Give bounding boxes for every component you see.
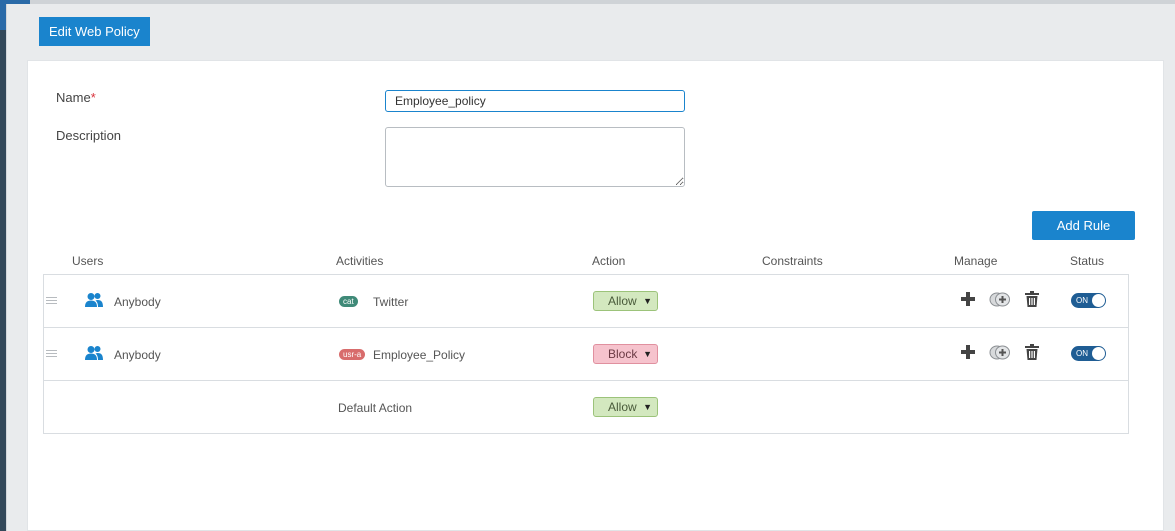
user-name[interactable]: Anybody bbox=[114, 295, 161, 309]
status-toggle[interactable]: ON bbox=[1071, 293, 1106, 308]
toggle-knob bbox=[1092, 347, 1105, 360]
name-label-text: Name bbox=[56, 90, 91, 105]
description-textarea[interactable] bbox=[385, 127, 685, 187]
user-name[interactable]: Anybody bbox=[114, 348, 161, 362]
action-dropdown[interactable]: Allow ▼ bbox=[593, 291, 658, 311]
column-header-activities: Activities bbox=[336, 254, 384, 268]
caret-down-icon: ▼ bbox=[643, 296, 652, 306]
default-action-label: Default Action bbox=[338, 401, 413, 415]
activity-name[interactable]: Employee_Policy bbox=[373, 348, 465, 362]
action-value: Block bbox=[608, 347, 638, 361]
table-row: Anybody usr-a Employee_Policy Block ▼ ON bbox=[44, 328, 1128, 381]
default-action-dropdown[interactable]: Allow ▼ bbox=[593, 397, 658, 417]
rules-table: Anybody cat Twitter Allow ▼ ON Anybody u… bbox=[43, 274, 1129, 434]
column-header-constraints: Constraints bbox=[762, 254, 823, 268]
column-header-action: Action bbox=[592, 254, 626, 268]
column-header-status: Status bbox=[1070, 254, 1105, 268]
users-group-icon bbox=[85, 346, 103, 360]
activity-type-badge: cat bbox=[339, 296, 358, 307]
action-value: Allow bbox=[608, 294, 637, 308]
plus-icon[interactable] bbox=[960, 344, 976, 360]
column-header-manage: Manage bbox=[954, 254, 998, 268]
name-label: Name* bbox=[56, 90, 96, 105]
activity-type-badge: usr-a bbox=[339, 349, 366, 360]
trash-icon[interactable] bbox=[1025, 344, 1039, 360]
add-rule-button[interactable]: Add Rule bbox=[1032, 211, 1135, 240]
column-header-users: Users bbox=[72, 254, 104, 268]
caret-down-icon: ▼ bbox=[643, 402, 652, 412]
status-toggle-label: ON bbox=[1076, 349, 1088, 358]
clone-add-icon[interactable] bbox=[989, 345, 1011, 360]
description-label: Description bbox=[56, 128, 122, 143]
default-action-row: Default Action Allow ▼ bbox=[44, 381, 1128, 434]
status-toggle[interactable]: ON bbox=[1071, 346, 1106, 361]
toggle-knob bbox=[1092, 294, 1105, 307]
name-input[interactable] bbox=[385, 90, 685, 112]
activity-name[interactable]: Twitter bbox=[373, 295, 408, 309]
status-toggle-label: ON bbox=[1076, 296, 1088, 305]
clone-add-icon[interactable] bbox=[989, 292, 1011, 307]
action-value: Allow bbox=[608, 400, 637, 414]
drag-handle-icon[interactable] bbox=[46, 350, 57, 358]
trash-icon[interactable] bbox=[1025, 291, 1039, 307]
plus-icon[interactable] bbox=[960, 291, 976, 307]
policy-form-panel: Name* Description Add Rule Users Activit… bbox=[27, 60, 1164, 531]
action-dropdown[interactable]: Block ▼ bbox=[593, 344, 658, 364]
required-mark: * bbox=[90, 90, 96, 105]
caret-down-icon: ▼ bbox=[643, 349, 652, 359]
table-row: Anybody cat Twitter Allow ▼ ON bbox=[44, 275, 1128, 328]
drag-handle-icon[interactable] bbox=[46, 297, 57, 305]
dialog-title: Edit Web Policy bbox=[39, 17, 150, 46]
users-group-icon bbox=[85, 293, 103, 307]
edit-web-policy-dialog: Edit Web Policy Name* Description Add Ru… bbox=[6, 4, 1175, 531]
